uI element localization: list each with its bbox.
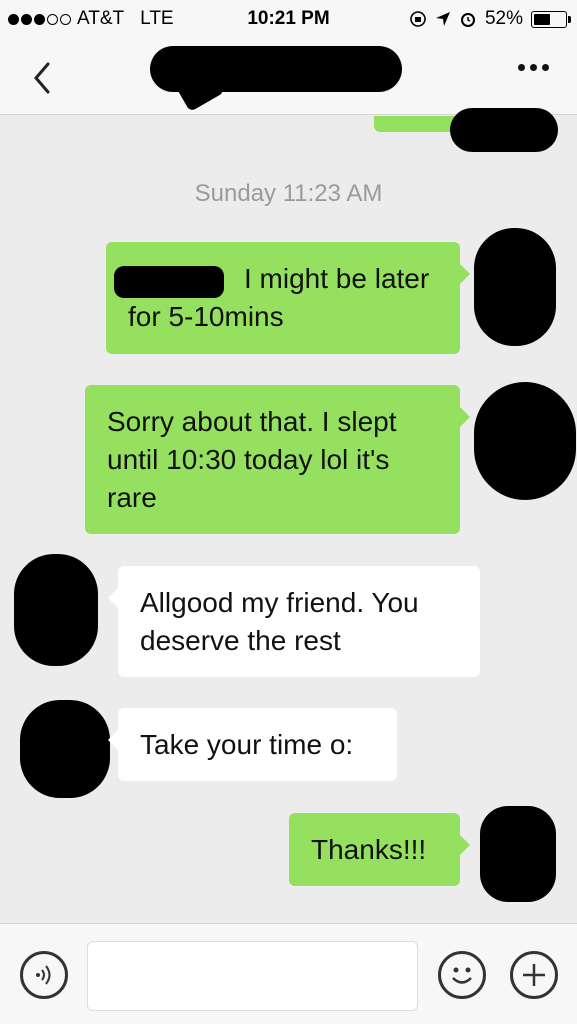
chevron-left-icon[interactable] xyxy=(24,58,64,98)
message-bubble-incoming[interactable]: Take your time o: xyxy=(108,708,397,781)
message-line: Allgood my friend. You xyxy=(140,587,419,618)
orientation-lock-icon xyxy=(410,11,426,27)
voice-icon[interactable] xyxy=(20,951,68,999)
message-input[interactable] xyxy=(87,941,418,1011)
avatar-contact xyxy=(20,700,110,798)
message-bubble-outgoing[interactable]: Sorry about that. I slept until 10:30 to… xyxy=(85,385,470,534)
battery-percent: 52% xyxy=(484,8,523,29)
chat-header xyxy=(0,38,577,115)
avatar-contact xyxy=(14,554,98,666)
message-bubble-outgoing[interactable]: Thanks!!! xyxy=(289,813,470,886)
message-line: deserve the rest xyxy=(140,625,341,656)
status-bar: AT&T LTE 10:21 PM 52% xyxy=(0,0,577,38)
redacted-name xyxy=(114,266,224,298)
partial-bubble xyxy=(374,116,460,132)
input-bar xyxy=(0,923,577,1024)
message-line: Thanks!!! xyxy=(311,834,427,865)
message-line: for 5-10mins xyxy=(128,301,284,332)
message-line: Sorry about that. I slept xyxy=(107,406,397,437)
redacted-avatar xyxy=(450,108,558,152)
location-icon xyxy=(435,12,450,26)
message-line: Take your time o: xyxy=(140,729,354,760)
message-bubble-incoming[interactable]: Allgood my friend. You deserve the rest xyxy=(108,566,480,677)
message-timestamp: Sunday 11:23 AM xyxy=(194,180,383,207)
ellipsis-icon[interactable] xyxy=(518,64,549,71)
emoji-icon[interactable] xyxy=(438,951,486,999)
message-line: until 10:30 today lol it's xyxy=(107,444,390,475)
plus-icon[interactable] xyxy=(510,951,558,999)
avatar-self xyxy=(474,228,556,346)
avatar-self xyxy=(474,382,576,500)
avatar-self xyxy=(480,806,556,902)
alarm-icon xyxy=(460,13,475,27)
status-icons: 52% xyxy=(409,8,571,30)
battery-icon xyxy=(531,10,571,28)
message-line: rare xyxy=(107,482,157,513)
message-bubble-outgoing[interactable]: I might be later for 5-10mins xyxy=(106,242,470,354)
